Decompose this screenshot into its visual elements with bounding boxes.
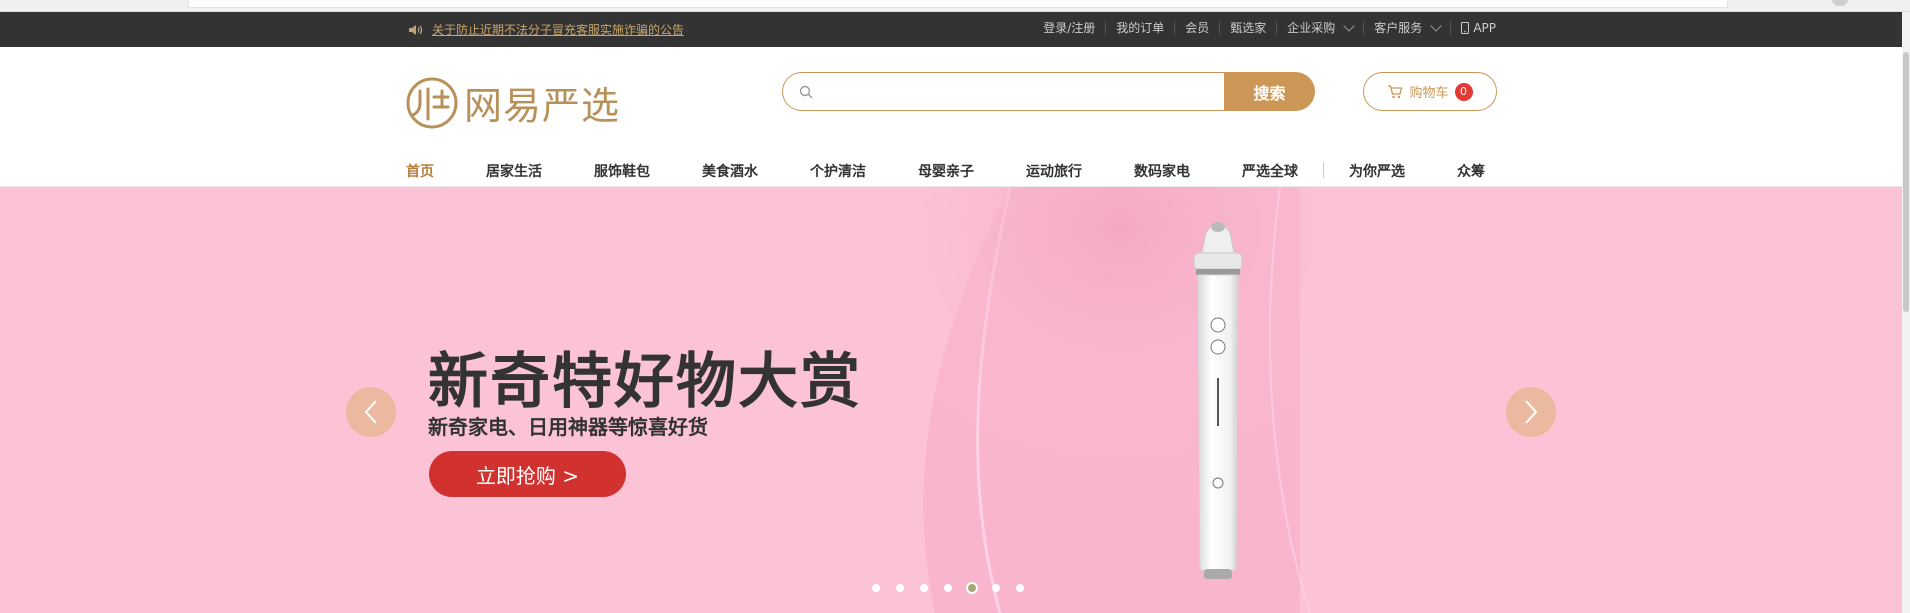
nav-item-crowdfunding[interactable]: 众筹 (1457, 161, 1485, 189)
logo[interactable]: 网易严选 (406, 75, 620, 130)
link-label: 客户服务 (1374, 21, 1423, 35)
cart-button[interactable]: 购物车 0 (1363, 72, 1497, 111)
chevron-right-icon (1525, 400, 1538, 424)
login-register-link[interactable]: 登录/注册 (1033, 21, 1107, 35)
nav-item-mother-baby[interactable]: 母婴亲子 (918, 161, 974, 189)
logo-text: 网易严选 (464, 84, 621, 128)
nav-item-home[interactable]: 首页 (406, 161, 434, 189)
phone-icon (1461, 22, 1470, 34)
membership-link[interactable]: 会员 (1175, 21, 1221, 35)
app-link[interactable]: APP (1451, 21, 1496, 35)
browser-profile-icon[interactable] (1832, 0, 1848, 6)
link-label: APP (1473, 21, 1496, 35)
link-label: 甄选家 (1230, 21, 1267, 35)
nav-item-global[interactable]: 严选全球 (1242, 161, 1298, 189)
nav-item-for-you[interactable]: 为你严选 (1349, 161, 1405, 189)
carousel-dot[interactable] (896, 584, 904, 592)
logo-mark-icon (406, 77, 458, 128)
cart-label: 购物车 (1409, 86, 1449, 101)
carousel-dot[interactable] (992, 584, 1000, 592)
category-nav: 首页 居家生活 服饰鞋包 美食酒水 个护清洁 母婴亲子 运动旅行 数码家电 严选… (406, 161, 1485, 189)
carousel-dot[interactable] (920, 584, 928, 592)
carousel-prev-button[interactable] (346, 387, 396, 437)
browser-address-bar[interactable] (188, 0, 1728, 8)
search-button[interactable]: 搜索 (1224, 72, 1315, 111)
search-input[interactable] (821, 83, 1224, 100)
banner-background-art (890, 187, 1350, 613)
customer-service-menu[interactable]: 客户服务 (1364, 20, 1452, 35)
chevron-down-icon (1430, 20, 1442, 32)
browser-chrome (0, 0, 1910, 12)
nav-item-sports-travel[interactable]: 运动旅行 (1026, 161, 1082, 189)
nav-divider (1323, 162, 1324, 178)
speaker-icon (409, 24, 423, 35)
notice-link[interactable]: 关于防止近期不法分子冒充客服实施诈骗的公告 (432, 21, 684, 38)
nav-item-apparel[interactable]: 服饰鞋包 (594, 161, 650, 189)
my-orders-link[interactable]: 我的订单 (1106, 21, 1176, 35)
search-bar: 搜索 (782, 72, 1315, 111)
nav-item-home-living[interactable]: 居家生活 (486, 161, 542, 189)
chevron-left-icon (364, 400, 377, 424)
carousel-dot[interactable] (944, 584, 952, 592)
search-box (782, 72, 1224, 111)
link-label: 会员 (1185, 21, 1210, 35)
link-label: 企业采购 (1287, 21, 1336, 35)
link-label: 我的订单 (1116, 21, 1165, 35)
scrollbar-thumb[interactable] (1903, 52, 1909, 312)
selected-home-link[interactable]: 甄选家 (1220, 21, 1278, 35)
site-header: 网易严选 搜索 购物车 0 首页 居家生活 服饰鞋包 美食酒水 个护清洁 母婴亲… (0, 47, 1910, 189)
link-label: 登录/注册 (1043, 21, 1096, 35)
notice: 关于防止近期不法分子冒充客服实施诈骗的公告 (408, 21, 684, 38)
hero-banner[interactable]: 新奇特好物大赏 新奇家电、日用神器等惊喜好货 立即抢购 > (0, 187, 1910, 613)
product-image (1193, 222, 1243, 579)
page-scrollbar[interactable] (1902, 12, 1910, 613)
top-links: 登录/注册 我的订单 会员 甄选家 企业采购 客户服务 APP (1033, 20, 1496, 35)
carousel-dot[interactable] (1016, 584, 1024, 592)
buy-now-button[interactable]: 立即抢购 > (429, 451, 626, 497)
carousel-dot[interactable] (872, 584, 880, 592)
cart-count-badge: 0 (1454, 82, 1473, 101)
chevron-down-icon (1343, 20, 1355, 32)
top-bar: 关于防止近期不法分子冒充客服实施诈骗的公告 登录/注册 我的订单 会员 甄选家 … (0, 12, 1910, 47)
carousel-next-button[interactable] (1506, 387, 1556, 437)
search-icon (799, 85, 813, 98)
nav-item-food-drinks[interactable]: 美食酒水 (702, 161, 758, 189)
enterprise-purchase-menu[interactable]: 企业采购 (1277, 20, 1365, 35)
banner-title: 新奇特好物大赏 (428, 347, 862, 417)
nav-item-digital-appliances[interactable]: 数码家电 (1134, 161, 1190, 189)
cart-icon (1388, 84, 1403, 98)
carousel-pagination (872, 582, 1040, 594)
banner-subtitle: 新奇家电、日用神器等惊喜好货 (428, 415, 708, 439)
carousel-dot[interactable] (966, 582, 978, 594)
nav-item-personal-care[interactable]: 个护清洁 (810, 161, 866, 189)
